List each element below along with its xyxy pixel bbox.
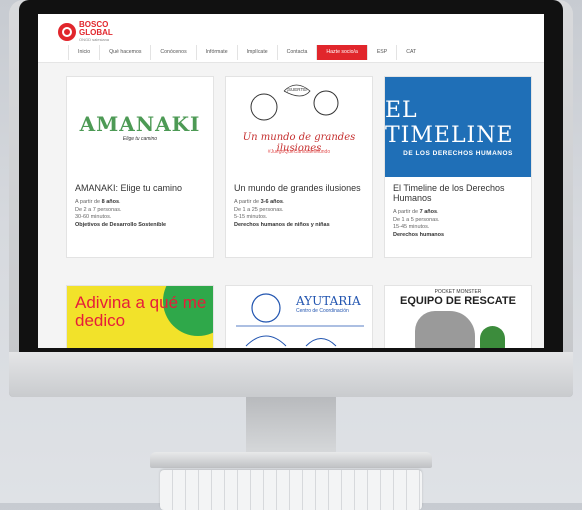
card-title[interactable]: El Timeline de los Derechos Humanos (385, 177, 531, 203)
monitor-chin (9, 352, 573, 397)
card-image-title: EQUIPO DE RESCATE (400, 295, 516, 307)
age-suffix: . (119, 199, 121, 205)
age-suffix: . (282, 199, 285, 205)
card-image[interactable]: EL TIMELINE DE LOS DERECHOS HUMANOS (385, 77, 531, 177)
card-image-hashtag: #JuegoQueCambiaelMundo (267, 149, 331, 155)
bosco-global-logo[interactable]: BOSCO GLOBAL ONGD salesiana (58, 21, 113, 42)
game-card-timeline[interactable]: EL TIMELINE DE LOS DERECHOS HUMANOS El T… (384, 76, 532, 258)
keyboard (160, 470, 422, 510)
card-image[interactable]: ¡SUERTE! Un mundo de grandes ilusiones #… (226, 77, 372, 177)
nav-item-que-hacemos[interactable]: Qué hacemos (99, 45, 150, 60)
topic: Derechos humanos de niños y niñas (234, 221, 330, 228)
age-prefix: A partir de (234, 199, 261, 205)
nav-item-contacta[interactable]: Contacta (276, 45, 317, 60)
card-image-title: AYUTARIA (296, 294, 361, 308)
card-image[interactable]: AMANAKI Elige tu camino (67, 77, 213, 177)
card-image[interactable]: Adivina a qué me dedico (67, 286, 213, 348)
card-image-title: AMANAKI (79, 112, 201, 136)
logo-line2: GLOBAL (79, 28, 113, 37)
card-image-subtitle: Elige tu camino (122, 136, 158, 142)
card-image-title: Adivina a qué me dedico (75, 293, 207, 330)
game-card-amanaki[interactable]: AMANAKI Elige tu camino AMANAKI: Elige t… (66, 76, 214, 258)
main-nav: Inicio Qué hacemos Conócenos Infórmate I… (68, 45, 425, 60)
nav-item-conocenos[interactable]: Conócenos (150, 45, 195, 60)
card-details: A partir de 7 años. De 1 a 5 personas. 1… (385, 203, 531, 239)
nav-item-implicate[interactable]: Implícate (236, 45, 277, 60)
website-screen: BOSCO GLOBAL ONGD salesiana Inicio Qué h… (38, 14, 544, 348)
duration: 5-15 minutos. (234, 214, 268, 220)
card-image-subtitle: Centro de Coordinación (296, 308, 349, 314)
language-cat[interactable]: CAT (396, 45, 425, 60)
card-details: A partir de 3-6 años. De 1 a 25 personas… (226, 193, 372, 229)
kids-illustration: ¡SUERTE! (250, 84, 339, 121)
age: 7 años (419, 209, 438, 215)
age: 3-6 años (260, 199, 283, 205)
card-image-title: EL TIMELINE (385, 97, 514, 148)
card-title[interactable]: AMANAKI: Elige tu camino (67, 177, 213, 193)
card-details: A partir de 8 años. De 2 a 7 personas. 3… (67, 193, 213, 229)
age: 8 años (101, 199, 120, 205)
topic: Objetivos de Desarrollo Sostenible (75, 221, 167, 228)
tree-illustration (480, 326, 505, 348)
topic: Derechos humanos (393, 231, 445, 238)
logo-tagline: ONGD salesiana (79, 37, 110, 42)
nav-item-informate[interactable]: Infórmate (195, 45, 237, 60)
monitor-base (150, 452, 432, 468)
game-card-mundo-ilusiones[interactable]: ¡SUERTE! Un mundo de grandes ilusiones #… (225, 76, 373, 258)
duration: 15-45 minutos. (393, 224, 430, 230)
age-prefix: A partir de (75, 199, 102, 205)
language-esp[interactable]: ESP (366, 45, 396, 60)
card-image[interactable]: AYUTARIA Centro de Coordinación (226, 286, 372, 348)
game-card-equipo-rescate[interactable]: POCKET MONSTER EQUIPO DE RESCATE (384, 285, 532, 348)
game-card-adivina[interactable]: Adivina a qué me dedico (66, 285, 214, 348)
card-image[interactable]: POCKET MONSTER EQUIPO DE RESCATE (385, 286, 531, 348)
monitor-stand (246, 397, 336, 457)
age-suffix: . (437, 209, 439, 215)
people: De 1 a 5 personas. (393, 216, 440, 223)
hazte-socio-button[interactable]: Hazte socio/a (316, 45, 367, 60)
duration: 30-60 minutos. (75, 214, 112, 220)
rock-monster-illustration (415, 311, 475, 348)
people: De 2 a 7 personas. (75, 206, 122, 213)
speech-bubble-text: ¡SUERTE! (287, 87, 308, 92)
card-title[interactable]: Un mundo de grandes ilusiones (226, 177, 372, 193)
game-card-ayutaria[interactable]: AYUTARIA Centro de Coordinación (225, 285, 373, 348)
globe-logo-icon (58, 22, 76, 41)
people: De 1 a 25 personas. (234, 206, 284, 213)
site-header: BOSCO GLOBAL ONGD salesiana Inicio Qué h… (38, 14, 544, 63)
age-prefix: A partir de (393, 209, 420, 215)
nav-item-inicio[interactable]: Inicio (68, 45, 99, 60)
card-image-subtitle: DE LOS DERECHOS HUMANOS (403, 149, 513, 157)
